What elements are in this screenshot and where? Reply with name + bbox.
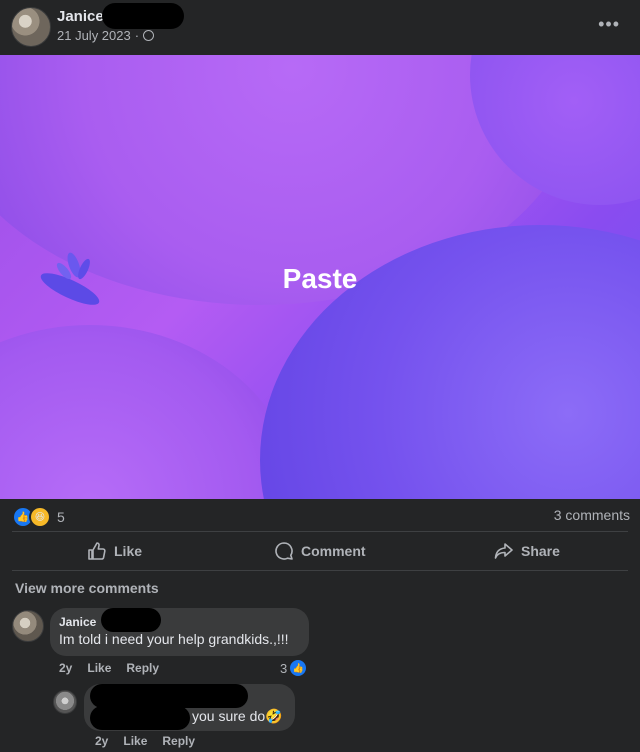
rolling-laughing-emoji-icon: 🤣 — [265, 708, 283, 724]
reply-time[interactable]: 2y — [95, 734, 108, 748]
redacted-name — [90, 684, 248, 708]
divider — [12, 570, 628, 571]
globe-icon — [143, 30, 155, 41]
post-header: Janice 21 July 2023 · ••• — [0, 0, 640, 56]
more-options-icon[interactable]: ••• — [598, 14, 620, 35]
like-button[interactable]: Like — [87, 540, 142, 562]
image-caption: Paste — [282, 263, 358, 294]
thumbs-up-icon — [88, 542, 106, 560]
comment-footer: 2y Like Reply — [59, 661, 159, 675]
image-blob — [0, 325, 300, 499]
meta-separator: · — [134, 28, 140, 43]
redacted-text — [90, 706, 190, 730]
comments-count-link[interactable]: 3 comments — [554, 507, 630, 523]
redacted-surname — [102, 3, 184, 29]
view-more-comments-link[interactable]: View more comments — [15, 580, 159, 596]
post-meta: 21 July 2023 · — [57, 28, 155, 43]
comment-reaction-count: 3 — [280, 660, 288, 676]
reply-footer: 2y Like Reply — [95, 734, 195, 748]
reply-text: you sure do🤣 — [192, 708, 283, 725]
like-reaction-icon: 👍 — [290, 660, 307, 676]
comment-bubble-icon — [275, 542, 293, 560]
reply-like-link[interactable]: Like — [123, 734, 147, 748]
author-name[interactable]: Janice — [57, 8, 104, 25]
share-button[interactable]: Share — [494, 540, 560, 562]
share-label: Share — [521, 543, 560, 559]
divider — [12, 531, 628, 532]
reaction-count: 5 — [57, 509, 65, 525]
redacted-surname — [101, 608, 161, 632]
like-label: Like — [114, 543, 143, 559]
commenter-avatar[interactable] — [12, 610, 44, 642]
comment-label: Comment — [301, 543, 366, 559]
reply-avatar[interactable] — [53, 690, 77, 714]
comment-text: Im told i need your help grandkids.,!!! — [59, 631, 289, 647]
reaction-summary[interactable]: 👍 😆 5 — [12, 506, 65, 528]
author-avatar[interactable] — [11, 7, 51, 47]
comment-time[interactable]: 2y — [59, 661, 72, 675]
share-arrow-icon — [494, 543, 513, 559]
haha-reaction-icon: 😆 — [29, 506, 51, 528]
reply-reply-link[interactable]: Reply — [162, 734, 195, 748]
comment-reaction-summary[interactable]: 3 👍 — [280, 660, 307, 676]
comment-reply-link[interactable]: Reply — [126, 661, 159, 675]
comment-button[interactable]: Comment — [274, 540, 366, 562]
post-image[interactable]: Paste — [0, 55, 640, 499]
commenter-name[interactable]: Janice — [59, 615, 96, 629]
post-date[interactable]: 21 July 2023 — [57, 28, 131, 43]
comment-like-link[interactable]: Like — [87, 661, 111, 675]
reply-text-content: you sure do — [192, 708, 266, 724]
